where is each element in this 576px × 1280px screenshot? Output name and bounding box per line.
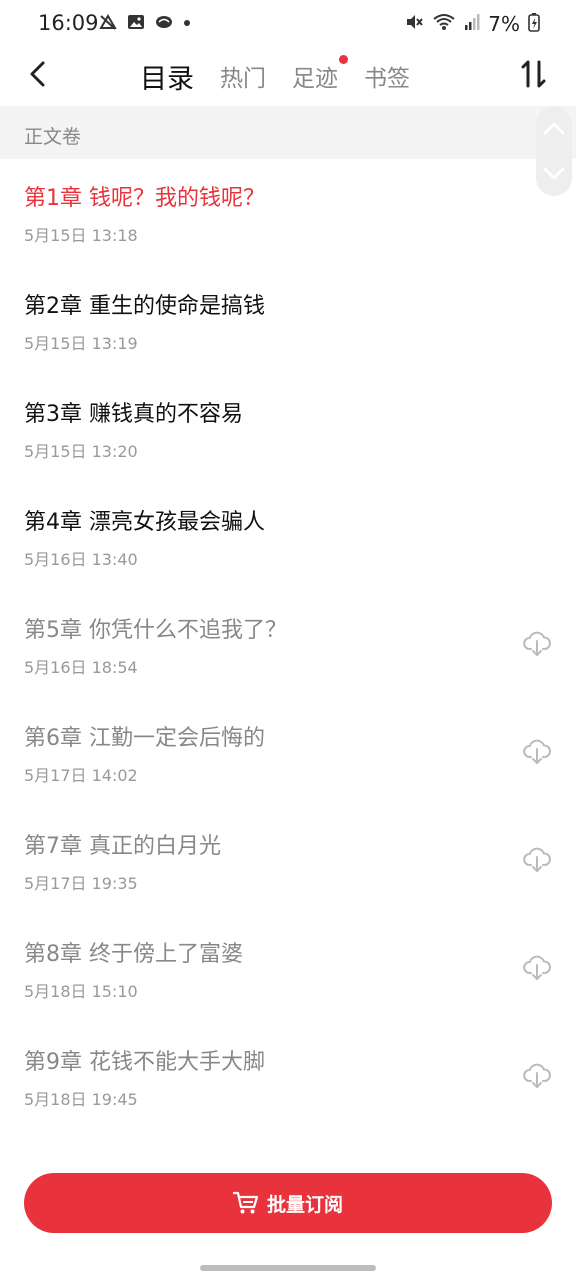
- gallery-icon: [126, 12, 146, 36]
- chevron-left-icon: [30, 61, 45, 87]
- mute-icon: [404, 12, 424, 36]
- chapter-date: 5月15日 13:20: [24, 442, 138, 461]
- chapter-title: 第7章 真正的白月光: [24, 834, 221, 859]
- batch-subscribe-label: 批量订阅: [266, 1193, 343, 1216]
- volume-section-header: 正文卷: [0, 106, 576, 159]
- chapter-item-3[interactable]: 第3章 赚钱真的不容易 5月15日 13:20: [0, 376, 576, 484]
- scroll-to-top-button[interactable]: [536, 108, 572, 148]
- chapter-item-1[interactable]: 第1章 钱呢？我的钱呢？ 5月15日 13:18: [0, 160, 576, 268]
- tab-popular-label: 热门: [220, 66, 266, 92]
- chapter-date: 5月16日 18:54: [24, 658, 138, 677]
- tab-history[interactable]: 足迹: [292, 55, 348, 93]
- status-time: 16:09: [38, 11, 99, 35]
- tab-bookmarks-label: 书签: [364, 66, 410, 92]
- catalog-tabs: 目录 热门 足迹 书签: [140, 48, 436, 110]
- new-badge-dot: [339, 55, 348, 64]
- chapter-item-7[interactable]: 第7章 真正的白月光 5月17日 19:35: [0, 808, 576, 916]
- chapter-title: 第6章 江勤一定会后悔的: [24, 726, 265, 751]
- chapter-date: 5月17日 19:35: [24, 874, 138, 893]
- cloud-download-icon[interactable]: [522, 736, 552, 766]
- battery-percentage: 7%: [488, 12, 520, 36]
- back-button[interactable]: [18, 54, 58, 94]
- status-bar: 16:09 7%: [0, 0, 576, 48]
- chapter-catalog-screen: 16:09 7% 目录 热门 足迹 书签 正文卷 第1章 钱呢？我的钱呢？ 5月…: [0, 0, 576, 1280]
- cloud-download-icon[interactable]: [522, 1060, 552, 1090]
- wifi-icon: [432, 12, 456, 36]
- chapter-item-8[interactable]: 第8章 终于傍上了富婆 5月18日 15:10: [0, 916, 576, 1024]
- chapter-title: 第3章 赚钱真的不容易: [24, 402, 243, 427]
- chapter-date: 5月16日 13:40: [24, 550, 138, 569]
- chapter-title: 第9章 花钱不能大手大脚: [24, 1050, 265, 1075]
- chapter-title: 第1章 钱呢？我的钱呢？: [24, 186, 265, 211]
- chapter-date: 5月18日 19:45: [24, 1090, 138, 1109]
- chevron-up-icon: [543, 122, 565, 135]
- chapter-date: 5月15日 13:18: [24, 226, 138, 245]
- shopping-cart-icon: [232, 1191, 259, 1214]
- chapter-item-6[interactable]: 第6章 江勤一定会后悔的 5月17日 14:02: [0, 700, 576, 808]
- sort-order-button[interactable]: [516, 54, 552, 94]
- battery-charging-icon: [528, 12, 540, 36]
- sort-arrows-icon: [521, 60, 546, 88]
- top-nav-bar: 目录 热门 足迹 书签: [0, 48, 576, 110]
- chapter-date: 5月15日 13:19: [24, 334, 138, 353]
- status-notification-icons: [98, 12, 192, 36]
- chapter-item-5[interactable]: 第5章 你凭什么不追我了？ 5月16日 18:54: [0, 592, 576, 700]
- status-system-icons: 7%: [404, 12, 540, 36]
- notification-app-icon: [98, 12, 118, 36]
- tab-bookmarks[interactable]: 书签: [364, 59, 410, 93]
- home-gesture-bar[interactable]: [200, 1265, 376, 1271]
- cloud-app-icon: [154, 12, 174, 36]
- tab-catalog[interactable]: 目录: [140, 57, 194, 110]
- tab-history-label: 足迹: [292, 66, 338, 92]
- chapter-item-4[interactable]: 第4章 漂亮女孩最会骗人 5月16日 13:40: [0, 484, 576, 592]
- chapter-item-2[interactable]: 第2章 重生的使命是搞钱 5月15日 13:19: [0, 268, 576, 376]
- chapter-title: 第5章 你凭什么不追我了？: [24, 618, 287, 643]
- chapter-title: 第8章 终于傍上了富婆: [24, 942, 243, 967]
- batch-subscribe-button[interactable]: 批量订阅: [24, 1173, 552, 1233]
- chapter-list: 第1章 钱呢？我的钱呢？ 5月15日 13:18 第2章 重生的使命是搞钱 5月…: [0, 160, 576, 1132]
- more-notifications-dot-icon: [182, 12, 192, 36]
- chapter-date: 5月17日 14:02: [24, 766, 138, 785]
- chapter-title: 第4章 漂亮女孩最会骗人: [24, 510, 265, 535]
- tab-popular[interactable]: 热门: [220, 59, 266, 93]
- cloud-download-icon[interactable]: [522, 844, 552, 874]
- cloud-download-icon[interactable]: [522, 628, 552, 658]
- chapter-item-9[interactable]: 第9章 花钱不能大手大脚 5月18日 19:45: [0, 1024, 576, 1132]
- tab-catalog-label: 目录: [140, 63, 194, 95]
- chapter-title: 第2章 重生的使命是搞钱: [24, 294, 265, 319]
- chapter-date: 5月18日 15:10: [24, 982, 138, 1001]
- volume-title: 正文卷: [24, 126, 82, 148]
- cloud-download-icon[interactable]: [522, 952, 552, 982]
- signal-icon: [464, 12, 480, 36]
